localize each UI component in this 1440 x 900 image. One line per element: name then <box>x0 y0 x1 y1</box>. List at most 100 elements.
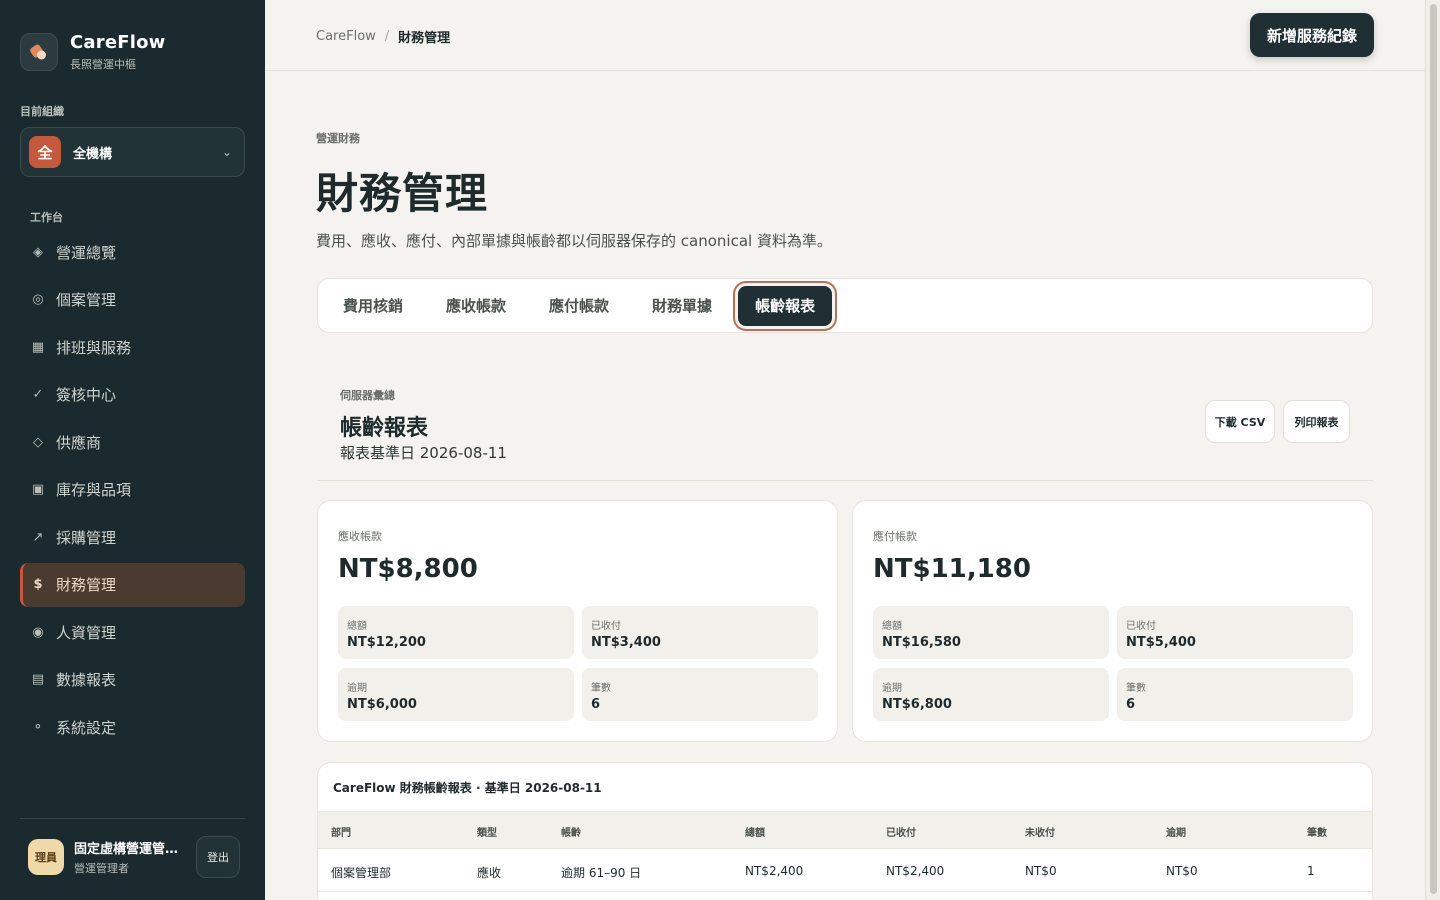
sidebar-item-label: 簽核中心 <box>56 386 117 404</box>
stat-value: NT$6,000 <box>347 697 417 712</box>
sidebar-item-cases[interactable]: ◎ 個案管理 <box>20 278 245 322</box>
payable-amount: NT$11,180 <box>873 554 1031 584</box>
scrollbar[interactable] <box>1425 0 1440 900</box>
sidebar-item-hr[interactable]: ◉ 人資管理 <box>20 610 245 654</box>
sidebar-item-label: 採購管理 <box>56 528 117 547</box>
breadcrumb-root[interactable]: CareFlow <box>316 29 376 44</box>
page-description: 費用、應收、應付、內部單據與帳齡都以伺服器保存的 canonical 資料為準。 <box>316 232 832 250</box>
check-icon: ✓ <box>32 387 44 402</box>
tab-finance-documents[interactable]: 財務單據 <box>635 286 729 326</box>
breadcrumb-separator: / <box>384 29 390 44</box>
column-header-count: 筆數 <box>1307 828 1327 839</box>
payable-summary-card: 應付帳款 NT$11,180 總額 NT$16,580 已收付 NT$5,400… <box>852 500 1373 742</box>
logout-button[interactable]: 登出 <box>196 836 240 878</box>
sidebar: CareFlow 長照營運中樞 目前組織 全 全機構 ⌄ 工作台 ◈ 營運總覽 … <box>0 0 265 900</box>
diamond-outline-icon: ◇ <box>33 434 43 450</box>
column-header-unpaid: 未收付 <box>1025 828 1055 839</box>
column-header-department: 部門 <box>331 828 351 839</box>
add-service-record-button[interactable]: 新增服務紀錄 <box>1249 13 1374 57</box>
stat-value: NT$5,400 <box>1126 635 1196 650</box>
receivable-amount: NT$8,800 <box>338 554 478 584</box>
receivable-summary-card: 應收帳款 NT$8,800 總額 NT$12,200 已收付 NT$3,400 … <box>317 500 838 742</box>
sidebar-item-label: 庫存與品項 <box>56 481 132 499</box>
stat-value: NT$3,400 <box>591 635 661 650</box>
stat-value: 6 <box>1126 697 1136 712</box>
cell-paid: NT$2,400 <box>886 864 945 878</box>
section-divider <box>317 480 1373 481</box>
sidebar-item-label: 營運總覽 <box>56 243 117 262</box>
topbar: CareFlow / 財務管理 新增服務紀錄 <box>265 0 1425 71</box>
sidebar-item-label: 數據報表 <box>56 671 117 689</box>
sidebar-item-approvals[interactable]: ✓ 簽核中心 <box>20 373 245 417</box>
stat-value: NT$12,200 <box>347 635 426 650</box>
stat-count: 筆數 6 <box>582 668 818 721</box>
scrollbar-thumb[interactable] <box>1430 4 1437 894</box>
print-report-button[interactable]: 列印報表 <box>1283 400 1350 443</box>
sidebar-item-suppliers[interactable]: ◇ 供應商 <box>20 420 245 464</box>
box-icon: ▣ <box>31 482 45 497</box>
tab-aging-report[interactable]: 帳齡報表 <box>738 285 833 326</box>
sidebar-item-settings[interactable]: ⚬ 系統設定 <box>20 705 245 749</box>
stat-label: 筆數 <box>591 683 611 694</box>
dot-circle-icon: ◉ <box>32 624 44 640</box>
stat-total: 總額 NT$16,580 <box>873 606 1109 659</box>
arrow-up-right-icon: ↗ <box>32 529 44 545</box>
table-title: CareFlow 財務帳齡報表 · 基準日 2026-08-11 <box>333 781 602 795</box>
org-name: 全機構 <box>73 146 113 162</box>
cell-total: NT$2,400 <box>745 864 804 878</box>
stat-overdue: 逾期 NT$6,800 <box>873 668 1109 721</box>
sidebar-divider <box>20 818 245 819</box>
breadcrumb-current: 財務管理 <box>398 31 451 46</box>
column-header-total: 總額 <box>745 828 765 839</box>
sidebar-item-scheduling[interactable]: ▦ 排班與服務 <box>20 325 245 369</box>
org-label: 目前組織 <box>20 105 64 118</box>
avatar: 理員 <box>28 839 64 875</box>
column-header-overdue: 逾期 <box>1166 828 1186 839</box>
stat-count: 筆數 6 <box>1117 668 1353 721</box>
user-name: 固定虛構營運管理員 <box>74 842 184 857</box>
stat-label: 總額 <box>882 621 902 632</box>
grid-icon: ▦ <box>31 339 45 355</box>
user-panel: 理員 固定虛構營運管理員 營運管理者 登出 <box>28 836 240 878</box>
stat-value: NT$6,800 <box>882 697 952 712</box>
sidebar-item-inventory[interactable]: ▣ 庫存與品項 <box>20 468 245 512</box>
settings-dot-icon: ⚬ <box>32 719 44 735</box>
sidebar-item-label: 供應商 <box>56 433 102 452</box>
sidebar-item-overview[interactable]: ◈ 營運總覽 <box>20 230 245 274</box>
brand[interactable]: CareFlow 長照營運中樞 <box>20 32 166 72</box>
breadcrumb: CareFlow / 財務管理 <box>316 27 450 46</box>
sidebar-nav: ◈ 營運總覽 ◎ 個案管理 ▦ 排班與服務 ✓ 簽核中心 ◇ 供應商 ▣ 庫存與… <box>20 230 245 753</box>
column-header-type: 類型 <box>477 828 497 839</box>
tab-accounts-payable[interactable]: 應付帳款 <box>532 286 626 326</box>
cell-aging: 逾期 61–90 日 <box>561 866 642 880</box>
sidebar-item-label: 個案管理 <box>56 291 117 309</box>
report-eyebrow: 伺服器彙總 <box>340 389 395 402</box>
cell-unpaid: NT$0 <box>1025 864 1057 878</box>
ring-icon: ◎ <box>32 292 44 307</box>
table-row[interactable]: 個案管理部 應收 逾期 61–90 日 NT$2,400 NT$2,400 NT… <box>318 850 1372 892</box>
report-base-date: 報表基準日 2026-08-11 <box>340 444 507 462</box>
dollar-icon: $ <box>33 577 43 592</box>
sidebar-item-finance[interactable]: $ 財務管理 <box>20 562 245 607</box>
workspace-section-label: 工作台 <box>30 211 63 224</box>
download-csv-button[interactable]: 下載 CSV <box>1205 400 1275 443</box>
stat-label: 逾期 <box>882 683 902 694</box>
sidebar-item-label: 人資管理 <box>56 623 117 642</box>
org-badge: 全 <box>29 136 61 168</box>
tab-expense-reimbursement[interactable]: 費用核銷 <box>326 286 420 326</box>
cell-overdue: NT$0 <box>1166 864 1198 878</box>
stat-overdue: 逾期 NT$6,000 <box>338 668 574 721</box>
aging-report-table: CareFlow 財務帳齡報表 · 基準日 2026-08-11 部門 類型 帳… <box>317 762 1373 900</box>
tab-accounts-receivable[interactable]: 應收帳款 <box>429 286 523 326</box>
sidebar-item-procurement[interactable]: ↗ 採購管理 <box>20 515 245 559</box>
org-selector[interactable]: 全 全機構 ⌄ <box>20 127 245 177</box>
stat-label: 總額 <box>347 621 367 632</box>
cell-type: 應收 <box>477 866 502 880</box>
stat-value: 6 <box>591 697 601 712</box>
diamond-icon: ◈ <box>33 244 43 260</box>
sidebar-item-reports[interactable]: ▤ 數據報表 <box>20 658 245 702</box>
stat-paid: 已收付 NT$3,400 <box>582 606 818 659</box>
card-label: 應付帳款 <box>873 530 917 543</box>
stat-paid: 已收付 NT$5,400 <box>1117 606 1353 659</box>
stat-value: NT$16,580 <box>882 635 961 650</box>
